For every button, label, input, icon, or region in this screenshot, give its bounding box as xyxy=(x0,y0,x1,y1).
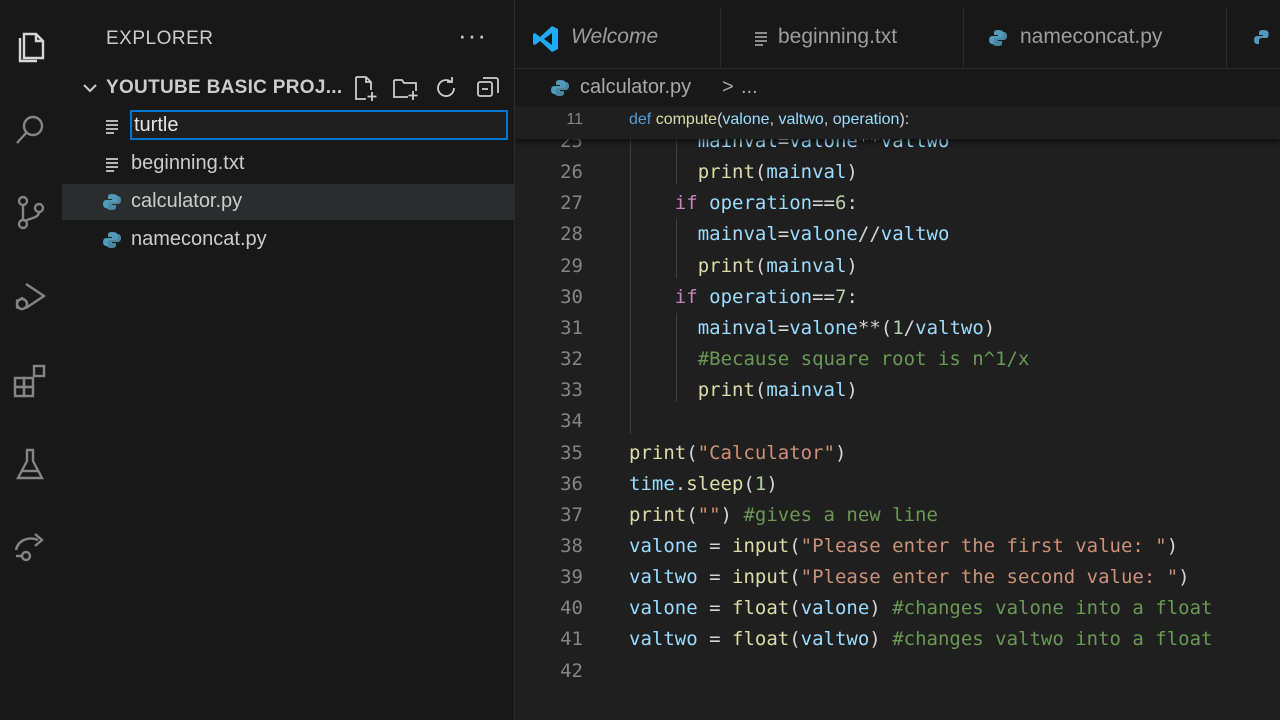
new-folder-button[interactable] xyxy=(389,72,421,104)
code-line[interactable]: 40 valone = float(valone) #changes valone… xyxy=(515,593,1280,624)
explorer-sidebar: EXPLORER ··· YOUTUBE BASIC PROJ... begin… xyxy=(62,0,515,720)
chevron-down-icon xyxy=(83,84,97,93)
breadcrumb-file[interactable]: calculator.py xyxy=(580,76,691,99)
new-file-button[interactable] xyxy=(348,72,380,104)
file-label: beginning.txt xyxy=(131,152,245,174)
tab-label: beginning.txt xyxy=(778,25,898,48)
refresh-button[interactable] xyxy=(430,72,462,104)
line-number: 37 xyxy=(560,503,583,526)
indent-guide xyxy=(675,312,677,403)
line-number: 41 xyxy=(560,628,583,651)
file-label: calculator.py xyxy=(131,190,243,212)
editor-tab-bar: Welcome beginning.txt nameconcat.py xyxy=(515,0,1280,69)
new-folder-icon xyxy=(393,79,418,100)
run-debug-icon[interactable] xyxy=(8,274,52,318)
testing-flask-icon[interactable] xyxy=(8,442,52,486)
breadcrumb-symbol[interactable]: ... xyxy=(741,76,758,99)
line-number: 33 xyxy=(560,379,583,402)
explorer-title: EXPLORER xyxy=(106,28,214,49)
python-file-icon xyxy=(989,30,1007,46)
python-file-icon xyxy=(103,194,121,210)
indent-guide xyxy=(675,219,677,278)
tab-welcome[interactable]: Welcome xyxy=(515,8,721,68)
code-line[interactable]: 35 print("Calculator") xyxy=(515,438,1280,469)
indent-guide xyxy=(630,106,631,434)
line-number: 38 xyxy=(560,534,583,557)
code-text: if operation==7: xyxy=(674,285,858,308)
code-line[interactable]: 39 valtwo = input("Please enter the secon… xyxy=(515,562,1280,593)
code-text: mainval=valone**(1/valtwo) xyxy=(697,316,996,339)
code-text: valtwo = input("Please enter the second … xyxy=(629,566,1190,589)
breadcrumb-separator: > xyxy=(722,76,734,98)
code-text: valtwo = float(valtwo) #changes valtwo i… xyxy=(629,628,1213,651)
folder-header[interactable]: YOUTUBE BASIC PROJ... xyxy=(62,70,514,106)
line-number: 29 xyxy=(560,254,583,277)
line-number: 31 xyxy=(560,316,583,339)
code-text: print("Calculator") xyxy=(629,441,847,464)
tab-calculator-py[interactable] xyxy=(1227,8,1280,68)
code-line[interactable]: 36 time.sleep(1) xyxy=(515,469,1280,500)
search-icon[interactable] xyxy=(8,108,52,152)
code-text: valone = input("Please enter the first v… xyxy=(629,534,1179,557)
line-number: 26 xyxy=(560,161,583,184)
sticky-scroll-line[interactable]: 11 def compute(valone, valtwo, operation… xyxy=(515,106,1280,139)
vscode-logo-icon xyxy=(533,26,558,52)
code-text: #Because square root is n^1/x xyxy=(697,348,1030,371)
python-file-icon xyxy=(103,232,121,248)
code-text: def compute(valone, valtwo, operation): xyxy=(629,111,910,128)
python-file-icon xyxy=(1254,30,1269,44)
new-file-name-input[interactable] xyxy=(130,110,508,140)
code-text: print(mainval) xyxy=(697,161,858,184)
line-number: 30 xyxy=(560,285,583,308)
line-number: 27 xyxy=(560,192,583,215)
python-file-icon xyxy=(551,80,569,96)
line-number: 32 xyxy=(560,348,583,371)
tab-label: Welcome xyxy=(571,25,659,48)
text-file-icon xyxy=(755,32,767,46)
file-item-calculator[interactable]: calculator.py xyxy=(62,184,514,220)
code-text: print(mainval) xyxy=(697,254,858,277)
activity-bar xyxy=(0,0,63,720)
line-number: 28 xyxy=(560,223,583,246)
extensions-icon[interactable] xyxy=(8,358,52,402)
code-text: valone = float(valone) #changes valone i… xyxy=(629,597,1213,620)
text-file-icon xyxy=(106,158,118,172)
tab-nameconcat-py[interactable]: nameconcat.py xyxy=(964,8,1227,68)
code-line[interactable]: 37 print("") #gives a new line xyxy=(515,500,1280,531)
explorer-files-icon[interactable] xyxy=(8,24,52,68)
code-editor[interactable]: 11 def compute(valone, valtwo, operation… xyxy=(515,106,1280,720)
line-number: 35 xyxy=(560,441,583,464)
line-number: 11 xyxy=(566,111,583,128)
file-item-beginning[interactable]: beginning.txt xyxy=(62,146,514,182)
new-file-icon xyxy=(355,76,377,101)
text-file-icon xyxy=(106,120,118,134)
code-text: if operation==6: xyxy=(674,192,858,215)
new-file-row xyxy=(62,108,514,144)
line-number: 36 xyxy=(560,472,583,495)
refresh-icon xyxy=(437,77,455,97)
code-text: time.sleep(1) xyxy=(629,472,778,495)
tab-beginning-txt[interactable]: beginning.txt xyxy=(721,8,964,68)
more-actions-button[interactable]: ··· xyxy=(458,20,487,51)
source-control-icon[interactable] xyxy=(8,190,52,234)
code-line[interactable]: 41 valtwo = float(valtwo) #changes valtwo… xyxy=(515,624,1280,655)
file-label: nameconcat.py xyxy=(131,228,267,250)
collapse-all-icon xyxy=(477,77,499,97)
code-line[interactable]: 38 valone = input("Please enter the first… xyxy=(515,531,1280,562)
file-item-nameconcat[interactable]: nameconcat.py xyxy=(62,222,514,258)
line-number: 42 xyxy=(560,659,583,682)
tab-label: nameconcat.py xyxy=(1020,25,1163,48)
collapse-all-button[interactable] xyxy=(472,72,504,104)
folder-name: YOUTUBE BASIC PROJ... xyxy=(106,77,343,98)
code-text: mainval=valone//valtwo xyxy=(697,223,950,246)
remote-explorer-icon[interactable] xyxy=(8,524,52,568)
line-number: 39 xyxy=(560,566,583,589)
code-text: print("") #gives a new line xyxy=(629,503,938,526)
line-number: 34 xyxy=(560,410,583,433)
code-text: print(mainval) xyxy=(697,379,858,402)
code-line[interactable]: 42 xyxy=(515,656,1280,687)
line-number: 40 xyxy=(560,597,583,620)
